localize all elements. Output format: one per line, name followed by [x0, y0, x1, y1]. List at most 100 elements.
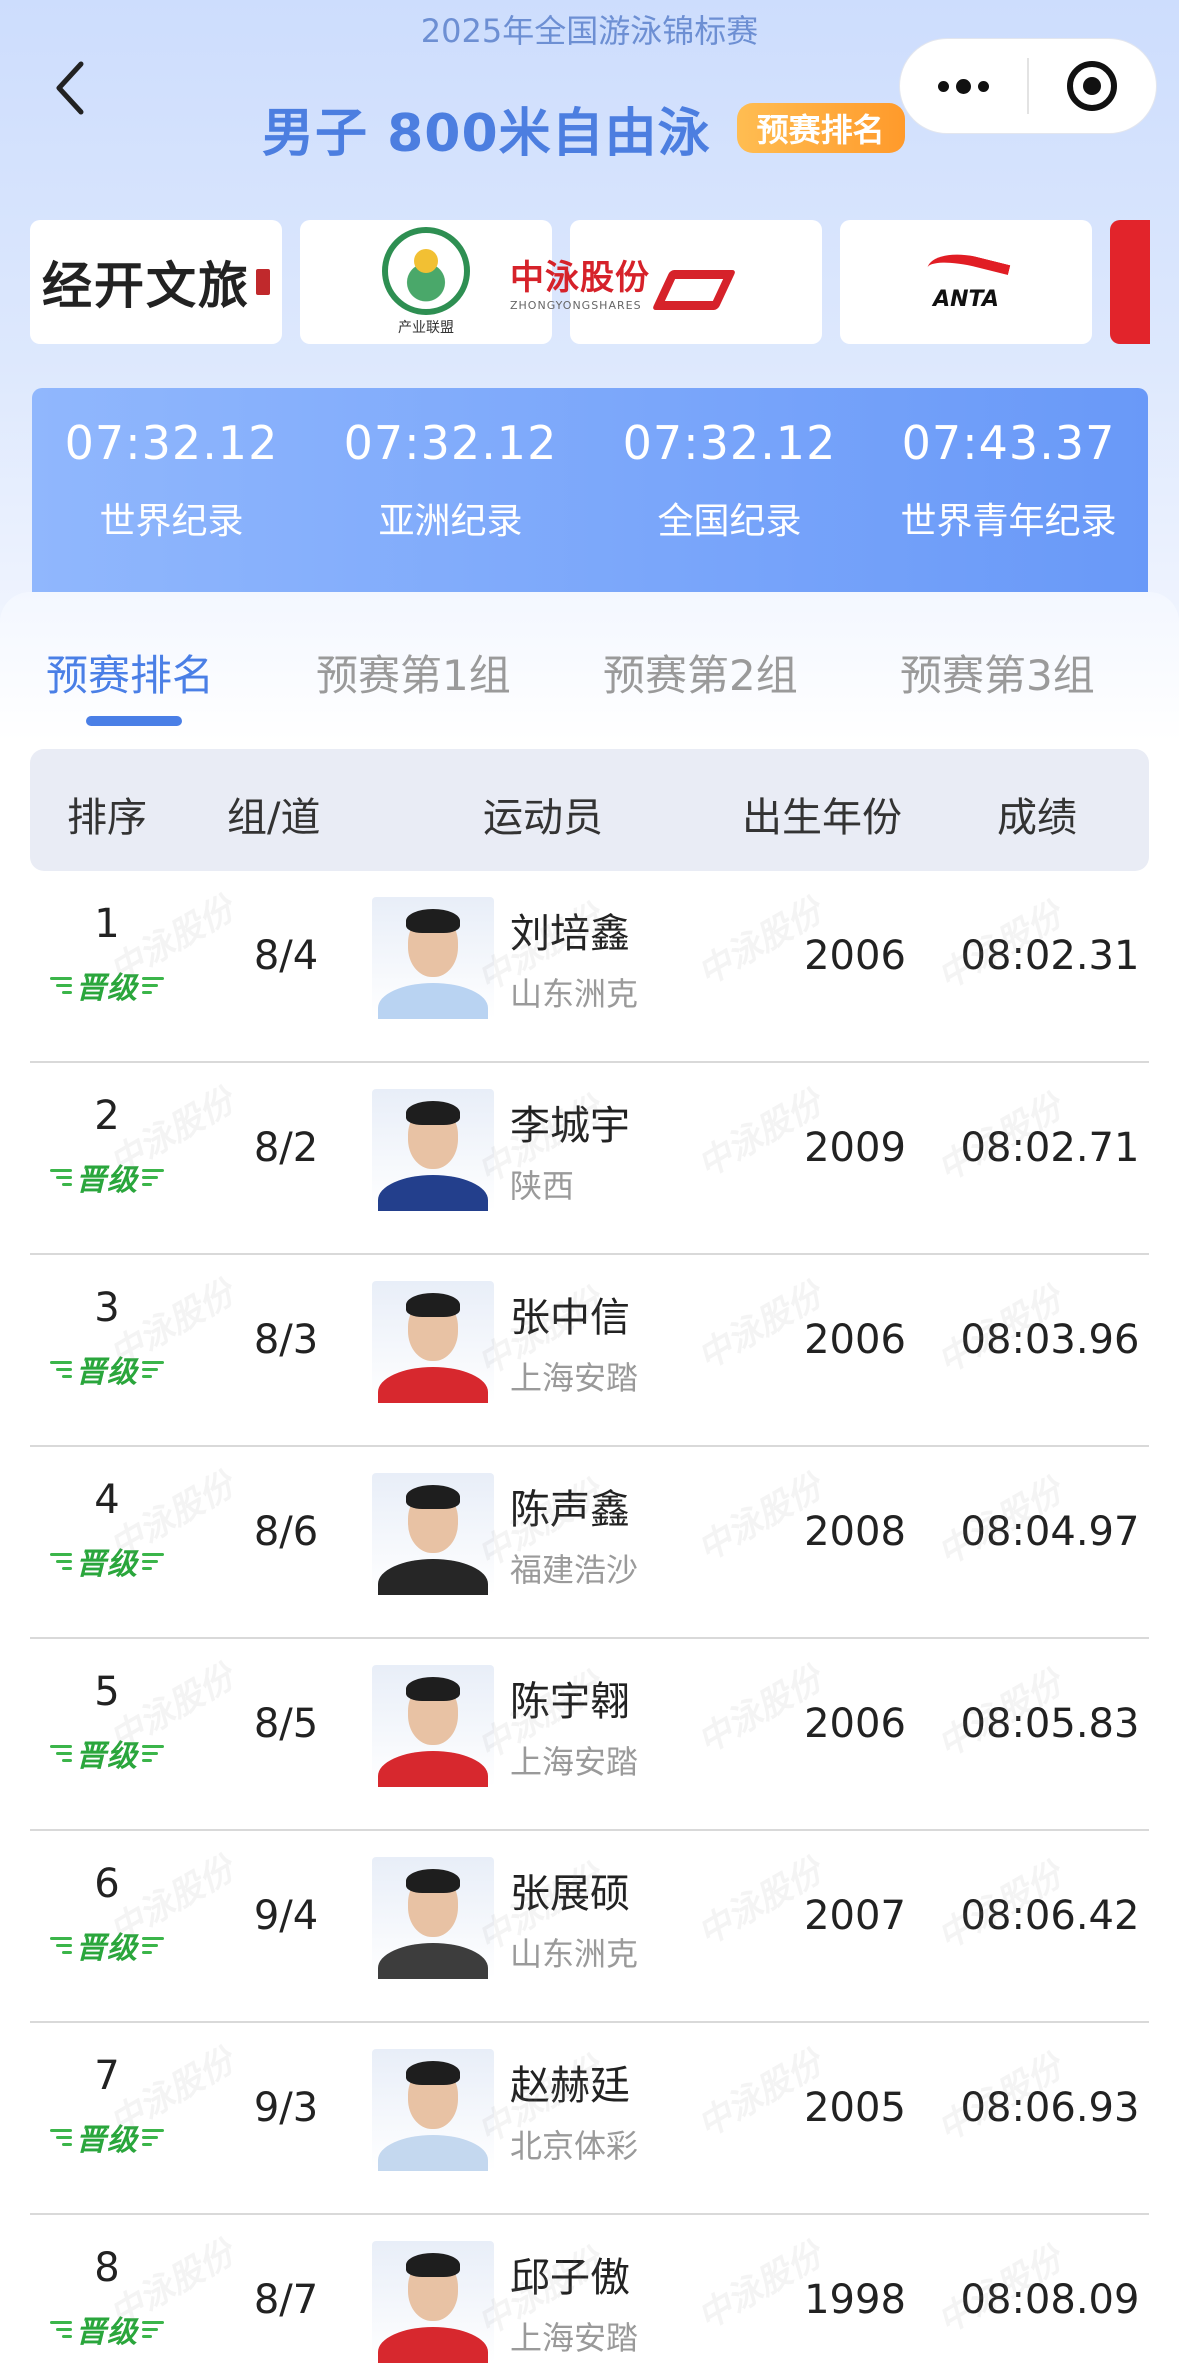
sponsor-name-cn: 中泳股份	[510, 258, 650, 298]
qualified-badge: 晋级	[44, 1349, 170, 1390]
emblem-icon	[382, 227, 470, 315]
race-result: 08:02.31	[960, 933, 1140, 979]
results-card: 预赛排名 预赛第1组 预赛第2组 预赛第3组 排序 组/道 运动员 出生年份 成…	[0, 592, 1179, 2364]
table-row[interactable]: 4 晋级 8/6 陈声鑫 福建浩沙 2008 08:04.97 中泳股份 中泳股份 中泳股份 中泳股…	[30, 1447, 1149, 1639]
sponsor-logo[interactable]: 中泳股份 ZHONGYONGSHARES	[510, 220, 822, 344]
col-lane: 组/道	[227, 795, 321, 841]
athlete-name[interactable]: 李城宇	[510, 1093, 630, 1151]
speed-lines-icon	[50, 976, 72, 994]
tab-bar: 预赛排名 预赛第1组 预赛第2组 预赛第3组	[0, 592, 1179, 742]
qualified-label: 晋级	[76, 1163, 138, 1198]
more-button[interactable]	[900, 38, 1027, 134]
athlete-photo[interactable]	[372, 1857, 494, 1979]
athlete-photo[interactable]	[372, 1089, 494, 1211]
tab-heat-3[interactable]: 预赛第3组	[900, 642, 1095, 703]
athlete-name[interactable]: 张中信	[510, 1285, 630, 1343]
target-close-icon	[1067, 61, 1118, 111]
heat-lane: 8/4	[253, 933, 319, 979]
rank-number: 6	[94, 1861, 120, 1907]
birth-year: 2006	[804, 1317, 906, 1363]
speed-lines-icon	[50, 1552, 72, 1570]
col-birth-year: 出生年份	[742, 795, 902, 841]
miniprogram-capsule	[899, 38, 1157, 134]
birth-year: 2005	[804, 2085, 906, 2131]
col-result: 成绩	[997, 795, 1077, 841]
sponsor-logo-partial[interactable]	[1110, 220, 1150, 344]
record-time: 07:32.12	[343, 416, 558, 470]
race-result: 08:08.09	[960, 2277, 1140, 2323]
speed-lines-icon	[50, 2320, 72, 2338]
stage-badge: 预赛排名	[736, 103, 905, 153]
speed-lines-icon	[50, 1360, 72, 1378]
athlete-team: 上海安踏	[510, 1359, 639, 1397]
results-table: 1 晋级 8/4 刘培鑫 山东洲克 2006 08:02.31 中泳股份 中泳股份 中泳股份 中泳股…	[30, 871, 1149, 2364]
sponsor-logo[interactable]: ANTA	[840, 220, 1092, 344]
close-button[interactable]	[1029, 38, 1156, 134]
speed-lines-icon	[50, 1744, 72, 1762]
rank-number: 5	[94, 1669, 120, 1715]
table-row[interactable]: 5 晋级 8/5 陈宇翱 上海安踏 2006 08:05.83 中泳股份 中泳股份 中泳股份 中泳股…	[30, 1639, 1149, 1831]
qualified-label: 晋级	[76, 1547, 138, 1582]
record-label: 世界青年纪录	[900, 501, 1117, 542]
athlete-photo[interactable]	[372, 897, 494, 1019]
chevron-left-icon	[56, 61, 84, 115]
sponsor-name: 中泳股份 ZHONGYONGSHARES	[510, 250, 650, 312]
athlete-photo[interactable]	[372, 1665, 494, 1787]
birth-year: 2008	[804, 1509, 906, 1555]
table-row[interactable]: 8 晋级 8/7 邱子傲 上海安踏 1998 08:08.09 中泳股份 中泳股份 中泳股份 中泳股…	[30, 2215, 1149, 2364]
table-row[interactable]: 7 晋级 9/3 赵赫廷 北京体彩 2005 08:06.93 中泳股份 中泳股份 中泳股份 中泳股…	[30, 2023, 1149, 2215]
seal-icon	[256, 269, 270, 295]
athlete-name[interactable]: 陈声鑫	[510, 1477, 630, 1535]
athlete-photo[interactable]	[372, 1281, 494, 1403]
speed-lines-icon	[142, 2320, 164, 2338]
record-time: 07:32.12	[64, 416, 279, 470]
back-button[interactable]	[40, 48, 100, 128]
heat-lane: 8/2	[253, 1125, 319, 1171]
table-row[interactable]: 1 晋级 8/4 刘培鑫 山东洲克 2006 08:02.31 中泳股份 中泳股份 中泳股份 中泳股…	[30, 871, 1149, 1063]
qualified-label: 晋级	[76, 971, 138, 1006]
heat-lane: 9/4	[253, 1893, 319, 1939]
rank-number: 2	[94, 1093, 120, 1139]
race-result: 08:03.96	[960, 1317, 1140, 1363]
athlete-team: 山东洲克	[510, 975, 639, 1013]
athlete-name[interactable]: 刘培鑫	[510, 901, 630, 959]
more-dots-icon	[938, 78, 989, 94]
sponsor-caption: 产业联盟	[398, 320, 454, 336]
record-world-junior: 07:43.37 世界青年纪录	[869, 388, 1148, 598]
qualified-badge: 晋级	[44, 1733, 170, 1774]
athlete-team: 陕西	[510, 1167, 575, 1205]
athlete-name[interactable]: 邱子傲	[510, 2245, 630, 2303]
athlete-name[interactable]: 张展硕	[510, 1861, 630, 1919]
athlete-photo[interactable]	[372, 2049, 494, 2171]
qualified-badge: 晋级	[44, 2117, 170, 2158]
record-time: 07:32.12	[622, 416, 837, 470]
tab-heats-ranking[interactable]: 预赛排名	[46, 642, 214, 703]
table-header: 排序 组/道 运动员 出生年份 成绩	[30, 749, 1149, 871]
qualified-label: 晋级	[76, 2123, 138, 2158]
table-row[interactable]: 2 晋级 8/2 李城宇 陕西 2009 08:02.71 中泳股份 中泳股份 中泳股份 中泳股份	[30, 1063, 1149, 1255]
speed-lines-icon	[142, 976, 164, 994]
race-result: 08:04.97	[960, 1509, 1140, 1555]
record-label: 全国纪录	[657, 501, 802, 542]
athlete-photo[interactable]	[372, 1473, 494, 1595]
heat-lane: 8/7	[253, 2277, 319, 2323]
table-row[interactable]: 6 晋级 9/4 张展硕 山东洲克 2007 08:06.42 中泳股份 中泳股份 中泳股份 中泳股…	[30, 1831, 1149, 2023]
athlete-team: 上海安踏	[510, 1743, 639, 1781]
anta-logo-icon	[921, 253, 1011, 287]
speed-lines-icon	[142, 1168, 164, 1186]
athlete-name[interactable]: 赵赫廷	[510, 2053, 630, 2111]
rank-number: 3	[94, 1285, 120, 1331]
rank-number: 7	[94, 2053, 120, 2099]
tab-heat-2[interactable]: 预赛第2组	[603, 642, 798, 703]
record-world: 07:32.12 世界纪录	[32, 388, 311, 598]
page-title: 男子 800米自由泳	[262, 103, 711, 164]
sponsor-name-en: ZHONGYONGSHARES	[510, 299, 642, 312]
athlete-team: 北京体彩	[510, 2127, 639, 2165]
athlete-name[interactable]: 陈宇翱	[510, 1669, 630, 1727]
tab-heat-1[interactable]: 预赛第1组	[316, 642, 511, 703]
table-row[interactable]: 3 晋级 8/3 张中信 上海安踏 2006 08:03.96 中泳股份 中泳股份 中泳股份 中泳股…	[30, 1255, 1149, 1447]
sponsor-logo[interactable]: 经开文旅	[30, 220, 282, 344]
birth-year: 2006	[804, 933, 906, 979]
birth-year: 2007	[804, 1893, 906, 1939]
athlete-photo[interactable]	[372, 2241, 494, 2363]
